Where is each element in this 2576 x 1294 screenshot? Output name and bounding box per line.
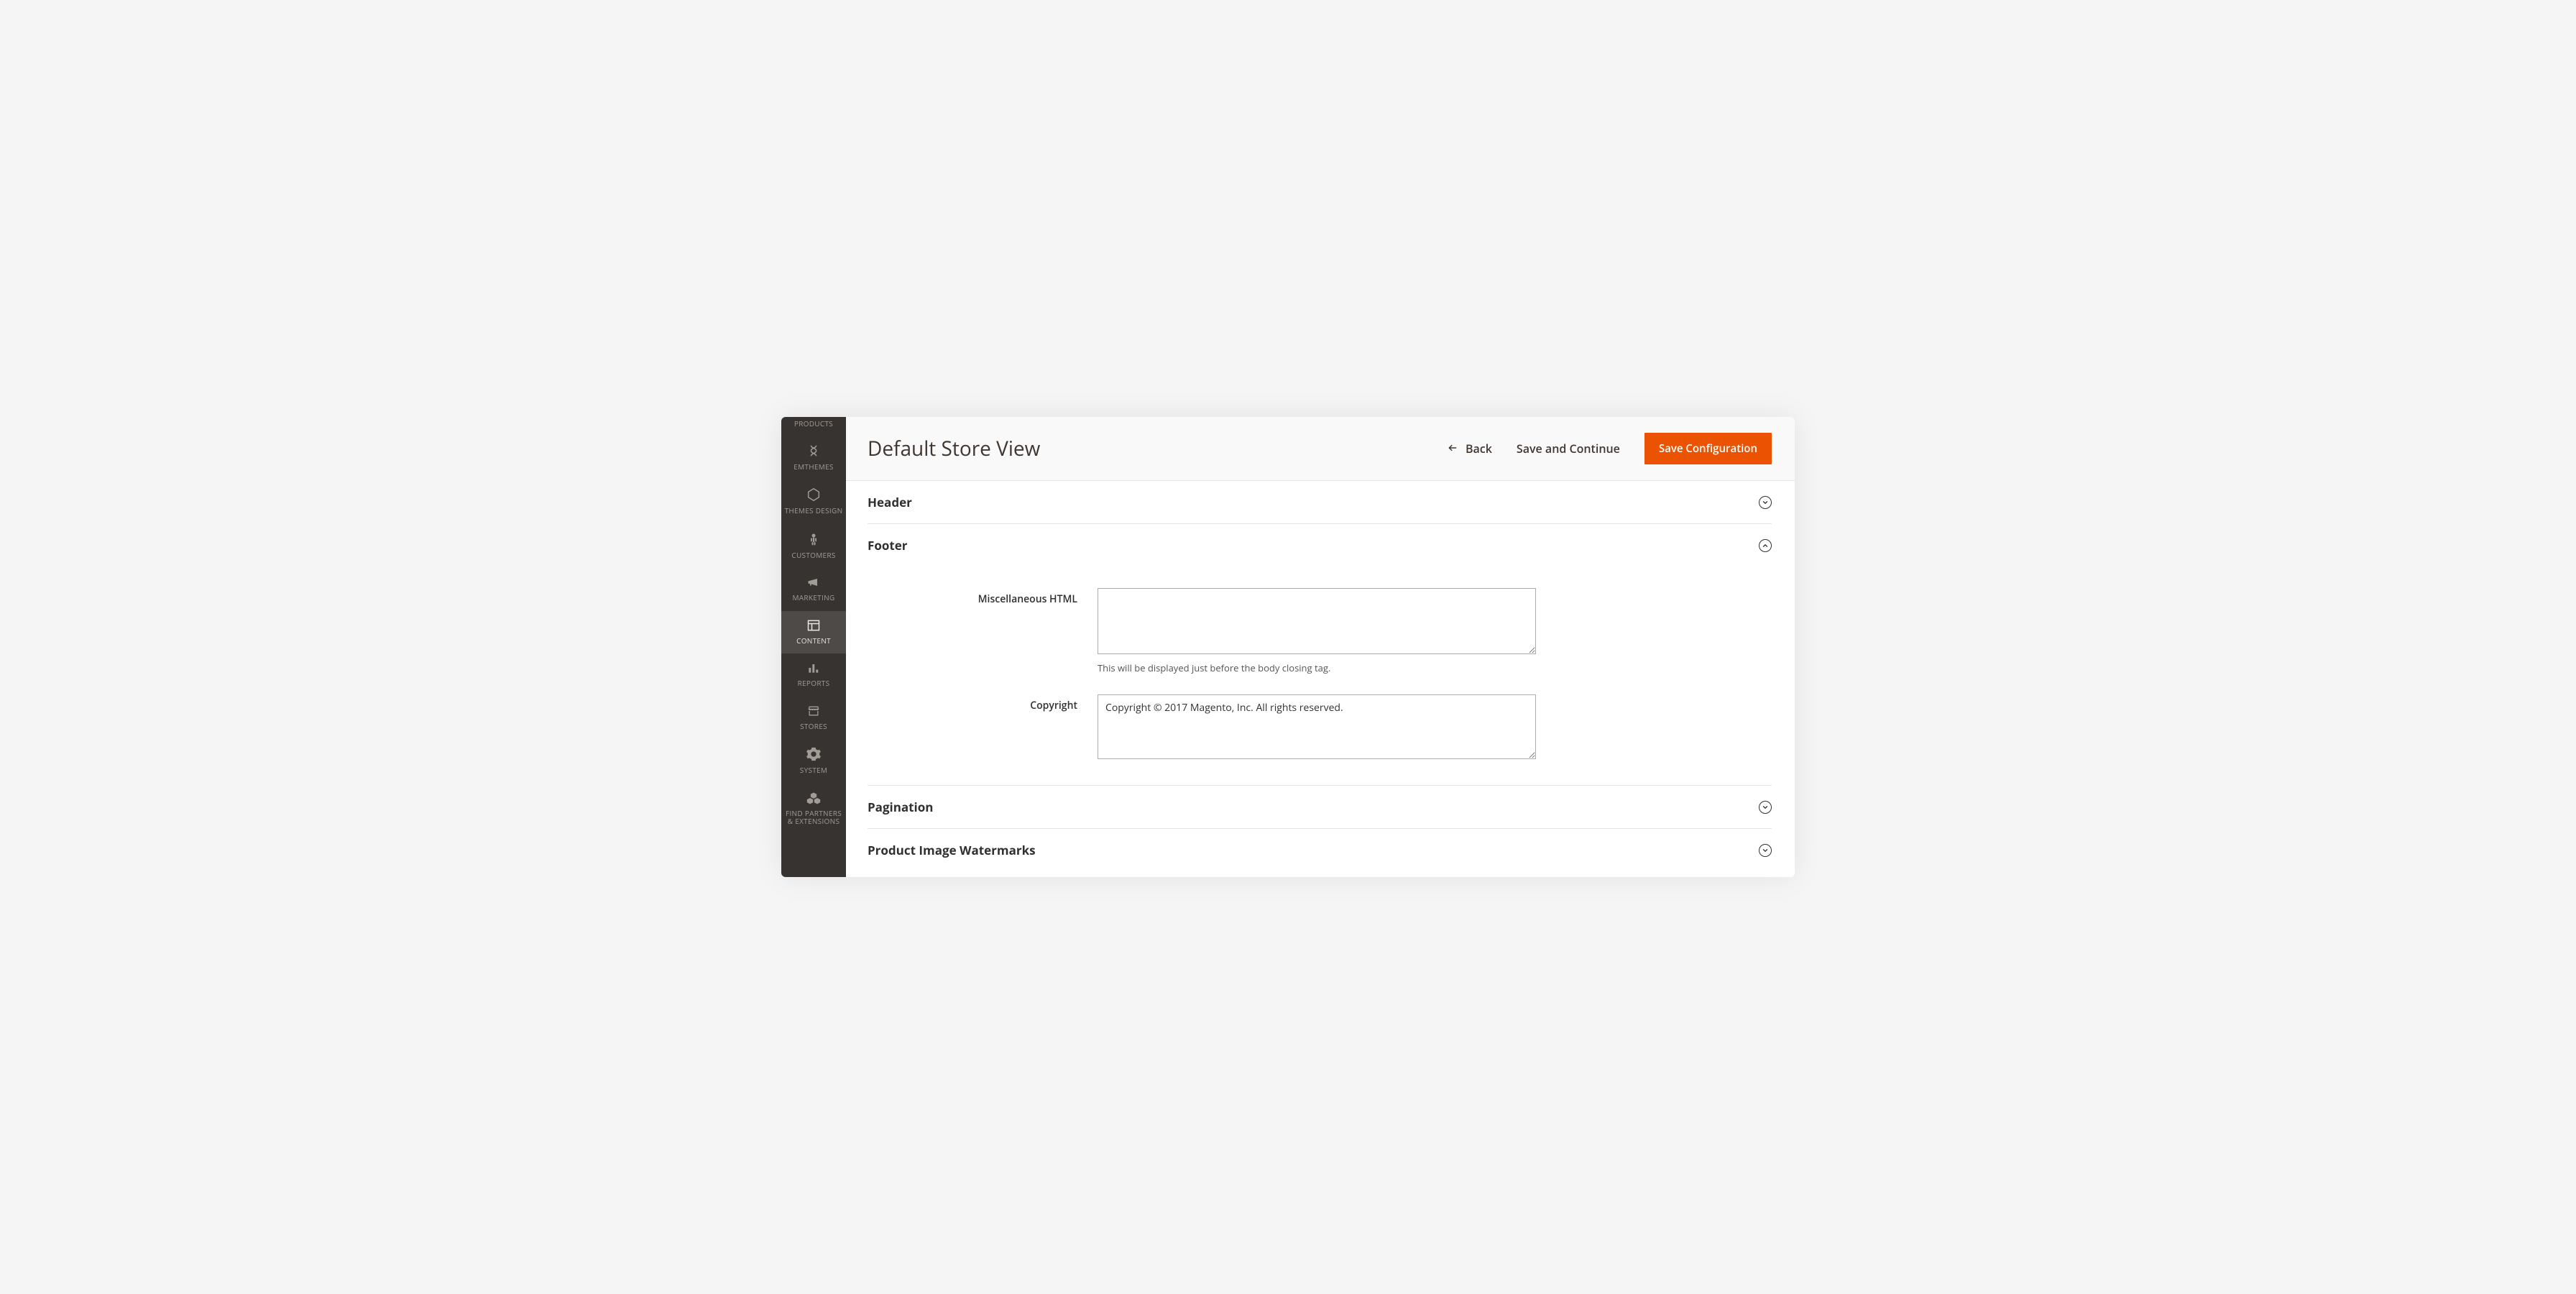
megaphone-icon	[806, 575, 822, 589]
misc-html-textarea[interactable]	[1098, 588, 1536, 654]
sidebar: PRODUCTS EMTHEMES THEMES DESIGN CUSTOMER…	[781, 417, 846, 877]
sidebar-item-label: THEMES DESIGN	[785, 507, 843, 515]
chevron-down-icon	[1759, 801, 1772, 814]
save-configuration-button[interactable]: Save Configuration	[1644, 433, 1772, 464]
sidebar-item-label: PRODUCTS	[794, 420, 833, 428]
copyright-label: Copyright	[1030, 699, 1077, 712]
sidebar-item-content[interactable]: CONTENT	[781, 611, 846, 654]
sidebar-item-label: MARKETING	[793, 594, 835, 602]
app-frame: PRODUCTS EMTHEMES THEMES DESIGN CUSTOMER…	[781, 417, 1795, 877]
bars-icon	[806, 661, 822, 675]
chevron-down-icon	[1759, 496, 1772, 509]
boxes-icon	[806, 791, 822, 805]
section-header-title: Header	[868, 494, 912, 510]
main-column: Default Store View Back Save and Continu…	[846, 417, 1795, 877]
sidebar-item-label: EMTHEMES	[794, 463, 833, 472]
copyright-textarea[interactable]	[1098, 694, 1536, 759]
save-continue-label: Save and Continue	[1517, 441, 1620, 456]
section-pagination-title: Pagination	[868, 799, 933, 815]
page-header: Default Store View Back Save and Continu…	[846, 417, 1795, 481]
sidebar-item-find-partners[interactable]: FIND PARTNERS & EXTENSIONS	[781, 784, 846, 835]
sidebar-item-emthemes[interactable]: EMTHEMES	[781, 436, 846, 480]
person-icon	[806, 531, 821, 547]
sidebar-item-system[interactable]: SYSTEM	[781, 739, 846, 784]
section-footer-body: Miscellaneous HTML This will be displaye…	[868, 566, 1772, 782]
save-configuration-label: Save Configuration	[1659, 441, 1757, 456]
field-copyright: Copyright	[868, 694, 1772, 759]
sidebar-item-themes-design[interactable]: THEMES DESIGN	[781, 479, 846, 524]
chevron-down-icon	[1759, 844, 1772, 857]
misc-html-label: Miscellaneous HTML	[978, 592, 1077, 606]
back-button-label: Back	[1466, 441, 1492, 456]
section-footer-toggle[interactable]: Footer	[868, 524, 1772, 566]
content-area: Header Footer Miscellaneous HTML	[846, 481, 1795, 877]
sidebar-item-stores[interactable]: STORES	[781, 697, 846, 740]
save-continue-button[interactable]: Save and Continue	[1517, 441, 1620, 456]
misc-html-note: This will be displayed just before the b…	[1098, 661, 1536, 674]
gear-icon	[806, 746, 822, 762]
section-watermarks-title: Product Image Watermarks	[868, 842, 1036, 858]
sidebar-item-label: STORES	[800, 722, 827, 731]
arrow-left-icon	[1447, 441, 1458, 456]
sidebar-item-label: SYSTEM	[800, 766, 827, 775]
header-actions: Back Save and Continue Save Configuratio…	[1447, 433, 1772, 464]
hexagon-icon	[806, 487, 822, 503]
sidebar-item-label: CONTENT	[796, 637, 831, 646]
back-button[interactable]: Back	[1447, 441, 1492, 456]
field-misc-html: Miscellaneous HTML This will be displaye…	[868, 588, 1772, 674]
page-title: Default Store View	[868, 435, 1040, 462]
storefront-icon	[806, 704, 822, 718]
section-header-toggle[interactable]: Header	[868, 481, 1772, 524]
sidebar-item-label: REPORTS	[798, 679, 830, 688]
chevron-up-icon	[1759, 539, 1772, 552]
section-footer-title: Footer	[868, 537, 908, 554]
sidebar-item-marketing[interactable]: MARKETING	[781, 568, 846, 611]
emthemes-icon	[806, 443, 822, 459]
section-watermarks-toggle[interactable]: Product Image Watermarks	[868, 829, 1772, 871]
sidebar-item-products[interactable]: PRODUCTS	[781, 417, 846, 436]
sidebar-item-reports[interactable]: REPORTS	[781, 653, 846, 697]
sidebar-item-label: CUSTOMERS	[791, 551, 835, 560]
layout-icon	[806, 618, 822, 633]
sidebar-item-customers[interactable]: CUSTOMERS	[781, 524, 846, 569]
section-pagination-toggle[interactable]: Pagination	[868, 786, 1772, 829]
sidebar-item-label: FIND PARTNERS & EXTENSIONS	[784, 809, 843, 826]
